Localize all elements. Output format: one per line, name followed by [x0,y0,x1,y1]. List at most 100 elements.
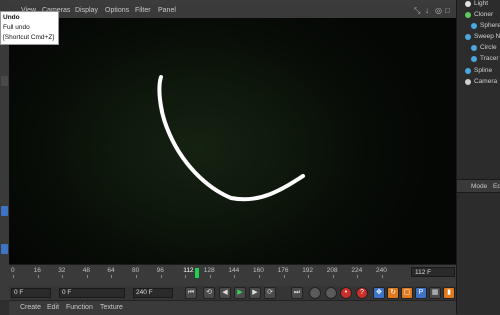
material-manager-menu: Create Edit Function Texture [9,300,456,315]
next-key-button[interactable]: ⟳ [264,287,276,299]
start-frame-field[interactable]: 0 F [11,288,51,298]
attributes-header: Mode Ed [457,179,500,193]
menu-function[interactable]: Function [66,304,93,311]
object-manager-panel: Light Cloner Sphere Sweep N Circle Tracer Spli… [456,0,500,314]
viewport-canvas [157,75,305,202]
object-type-icon [471,23,477,29]
timeline-tick-label: 208 [326,267,338,274]
viewport[interactable] [9,18,456,264]
timeline[interactable]: 0 16 32 48 64 80 96 112 128 144 160 176 192 208 224 240… [9,264,456,287]
object-list-item[interactable]: Tracer [480,53,499,64]
timeline-tick [62,275,64,278]
menu-texture[interactable]: Texture [100,304,123,311]
timeline-tick [185,275,187,278]
timeline-tick-label: 16 [33,267,41,274]
maximize-view-icon[interactable]: □ [445,6,450,15]
timeline-tick [357,275,359,278]
timeline-tick-label: 48 [82,267,91,274]
point-key-icon[interactable]: ▦ [429,287,441,299]
viewport-menu-bar: View Cameras Display Options Filter Pane… [9,5,456,19]
swept-spline-stroke [157,75,305,202]
timeline-tick [136,275,137,278]
timeline-tick-label: 240 [376,267,387,274]
object-type-icon [465,68,471,74]
timeline-tick-label: 176 [277,267,289,274]
timeline-tick [86,275,88,278]
object-type-icon [471,45,477,51]
move-key-icon[interactable]: ✥ [373,287,385,299]
scale-view-icon[interactable]: ↓ [425,6,429,15]
object-type-icon [465,12,471,18]
autokey-button[interactable] [325,287,337,299]
timeline-current-label: 112 [183,267,194,274]
tool-button[interactable] [1,76,8,86]
previous-frame-button[interactable]: ◀ [219,287,231,299]
timeline-ruler[interactable]: 0 16 32 48 64 80 96 112 128 144 160 176 192 208 224 240 [9,267,456,278]
transport-bar: 0 F 0 F 240 F ⏮ ⟲ ◀ ▶ ▶ ⟳ ⏭ • ? ✥ ↻ ▢ P … [9,286,456,300]
object-type-icon [465,1,471,7]
timeline-tick-label: 0 [11,267,15,274]
rotate-key-icon[interactable]: ↻ [387,287,399,299]
go-to-start-button[interactable]: ⏮ [185,287,197,299]
timeline-tick-label: 128 [203,267,215,274]
object-list-item[interactable]: Cloner [474,9,493,20]
timeline-tick [37,275,39,278]
timeline-tick-label: 32 [58,267,66,274]
end-frame-field[interactable]: 240 F [133,288,173,298]
timeline-tick [209,275,211,278]
tool-button[interactable] [1,244,8,254]
timeline-tick [332,275,334,278]
timeline-tick [308,275,310,278]
play-button[interactable]: ▶ [234,287,246,299]
object-list-item[interactable]: Camera [474,76,497,87]
scale-key-icon[interactable]: ▢ [401,287,413,299]
timeline-tick [283,275,285,278]
timeline-tick-label: 224 [351,267,363,274]
keyframe-help-icon[interactable]: ? [356,287,368,299]
timeline-tick-label: 96 [156,267,164,274]
object-list-item[interactable]: Light [474,0,488,9]
tooltip-description: Full undo [3,24,30,31]
object-list-item[interactable]: Sweep N [474,31,500,42]
record-button[interactable]: • [340,287,352,299]
menu-edit[interactable]: Edit [47,304,59,311]
move-view-icon[interactable]: ⤡ [414,6,420,16]
next-frame-button[interactable]: ▶ [249,287,261,299]
timeline-tick [160,275,162,278]
menu-create[interactable]: Create [20,304,41,311]
timeline-tick-label: 64 [107,267,115,274]
timeline-tick [382,275,383,278]
menu-filter[interactable]: Filter [135,7,151,14]
timeline-tick [111,275,113,278]
object-type-icon [465,34,471,40]
tooltip-shortcut: [Shortcut Cmd+Z] [3,34,55,41]
attributes-mode-menu[interactable]: Mode [471,183,487,190]
timeline-tick-label: 144 [228,267,240,274]
menu-display[interactable]: Display [75,7,98,14]
object-list-item[interactable]: Circle [480,42,497,53]
object-list-item[interactable]: Sphere [480,20,500,31]
current-frame-field[interactable]: 112 F [411,267,455,277]
record-active-button[interactable] [309,287,321,299]
object-type-icon [465,79,471,85]
object-type-icon [471,56,477,62]
playhead[interactable] [195,268,199,278]
go-to-end-button[interactable]: ⏭ [291,287,303,299]
preview-min-field[interactable]: 0 F [59,288,125,298]
undo-tooltip: Undo Full undo [Shortcut Cmd+Z] [0,11,59,45]
tooltip-title: Undo [3,14,20,21]
timeline-tick-label: 80 [132,267,140,274]
tool-button[interactable] [1,206,8,216]
timeline-tick [234,275,236,278]
rotate-view-icon[interactable]: ◎ [435,6,442,15]
param-key-icon[interactable]: P [415,287,427,299]
attributes-edit-menu[interactable]: Ed [493,183,500,190]
timeline-tick [259,275,260,278]
film-icon[interactable]: ▮ [443,287,455,299]
object-list-item[interactable]: Spline [474,65,492,76]
menu-options[interactable]: Options [105,7,129,14]
timeline-tick-label: 192 [302,267,314,274]
previous-key-button[interactable]: ⟲ [203,287,215,299]
timeline-tick-label: 160 [253,267,264,274]
menu-panel[interactable]: Panel [158,7,176,14]
